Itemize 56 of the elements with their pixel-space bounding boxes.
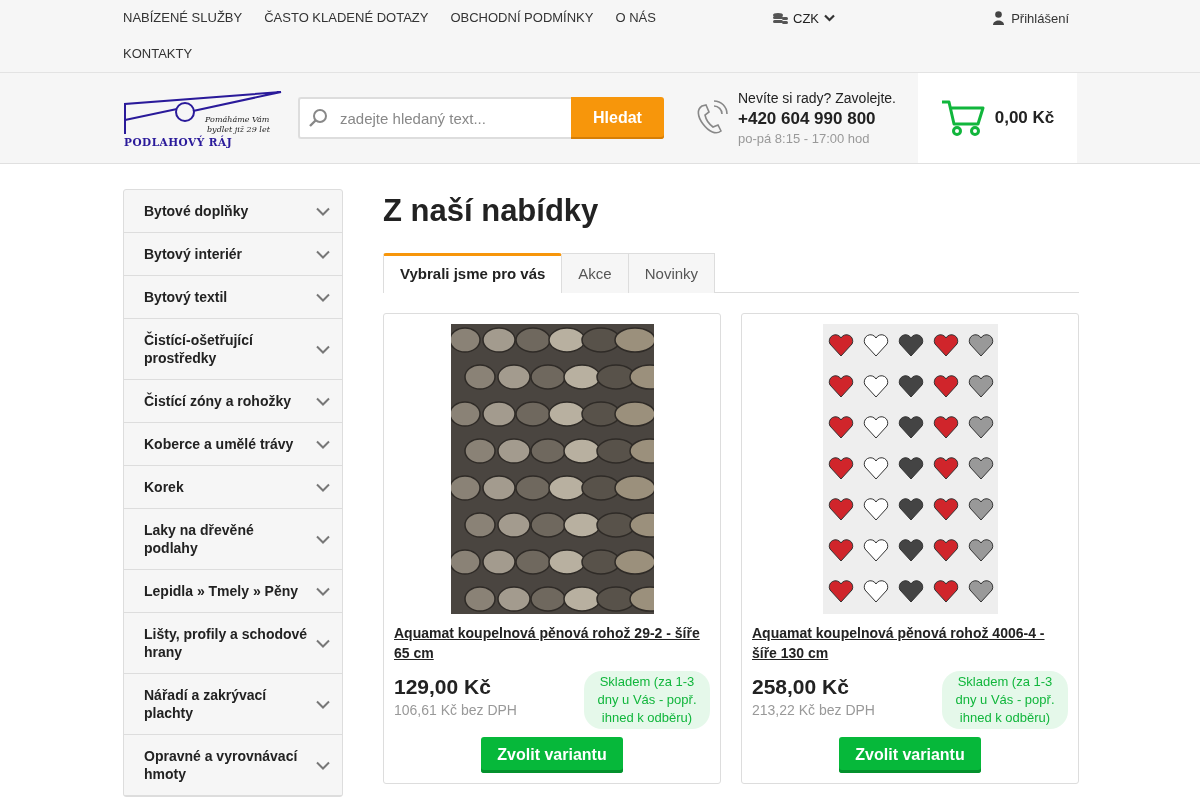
product-title-link[interactable]: Aquamat koupelnová pěnová rohož 4006-4 - šíře 130 cm (752, 623, 1068, 663)
category-item[interactable]: Korek (124, 466, 342, 509)
chevron-icon (316, 534, 330, 544)
cart-button[interactable]: 0,00 Kč (918, 73, 1077, 163)
category-item[interactable]: Čistící-ošetřující prostředky (124, 319, 342, 380)
chevron-icon (316, 760, 330, 770)
category-item[interactable]: Lišty, profily a schodové hrany (124, 613, 342, 674)
price-without-vat: 213,22 Kč bez DPH (752, 702, 875, 718)
category-item[interactable]: Laky na dřevěné podlahy (124, 509, 342, 570)
logo-name: PODLAHOVÝ RÁJ (124, 136, 233, 148)
chevron-icon (316, 206, 330, 216)
nav-link[interactable]: ČASTO KLADENÉ DOTAZY (264, 0, 429, 36)
chevron-icon (316, 249, 330, 259)
opening-hours: po-pá 8:15 - 17:00 hod (738, 131, 871, 146)
tab[interactable]: Novinky (628, 253, 716, 293)
category-item[interactable]: Lepidla » Tmely » Pěny (124, 570, 342, 613)
logo-tagline: bydlet již 29 let (207, 125, 270, 134)
search-field[interactable]: zadejte hledaný text... (298, 97, 571, 139)
price: 129,00 Kč (394, 675, 492, 699)
chevron-icon (316, 638, 330, 648)
chevron-icon (316, 439, 330, 449)
contact-prompt: Nevíte si rady? Zavolejte. (738, 90, 896, 106)
coins-icon (773, 12, 788, 24)
tab[interactable]: Vybrali jsme pro vás (383, 253, 563, 293)
logo[interactable]: Pomáháme Vám bydlet již 29 let PODLAHOVÝ RÁJ (123, 90, 283, 146)
chevron-icon (316, 396, 330, 406)
chevron-icon (316, 482, 330, 492)
nav-link[interactable]: O NÁS (615, 0, 656, 36)
user-icon (993, 11, 1005, 25)
nav-link[interactable]: NABÍZENÉ SLUŽBY (123, 0, 243, 36)
product-title-link[interactable]: Aquamat koupelnová pěnová rohož 29-2 - šíře 65 cm (394, 623, 710, 663)
category-item[interactable]: Bytový textil (124, 276, 342, 319)
availability-badge: Skladem (za 1-3 dny u Vás - popř. ihned k odběru) (942, 671, 1068, 729)
availability-badge: Skladem (za 1-3 dny u Vás - popř. ihned k odběru) (584, 671, 710, 729)
chevron-icon (316, 292, 330, 302)
currency-selector[interactable]: CZK (773, 0, 835, 36)
login-link[interactable]: Přihlášení (993, 0, 1069, 36)
category-item[interactable]: Bytový interiér (124, 233, 342, 276)
section-heading: Z naší nabídky (383, 193, 600, 229)
category-item[interactable]: Koberce a umělé trávy (124, 423, 342, 466)
category-item[interactable]: Opravné a vyrovnávací hmoty (124, 735, 342, 796)
price-without-vat: 106,61 Kč bez DPH (394, 702, 517, 718)
nav-link[interactable]: KONTAKTY (123, 36, 193, 72)
cart-icon (940, 99, 985, 137)
category-item[interactable]: Bytové doplňky (124, 190, 342, 233)
category-item[interactable]: Nářadí a zakrývací plachty (124, 674, 342, 735)
tab[interactable]: Akce (562, 253, 629, 293)
phone-number[interactable]: +420 604 990 800 (738, 109, 896, 129)
category-item[interactable]: Čistící zóny a rohožky (124, 380, 342, 423)
chevron-down-icon (824, 14, 835, 22)
nav-link[interactable]: OBCHODNÍ PODMÍNKY (450, 0, 594, 36)
price: 258,00 Kč (752, 675, 850, 699)
chevron-icon (316, 344, 330, 354)
chevron-icon (316, 699, 330, 709)
logo-tagline: Pomáháme Vám (205, 115, 270, 124)
chevron-icon (316, 586, 330, 596)
